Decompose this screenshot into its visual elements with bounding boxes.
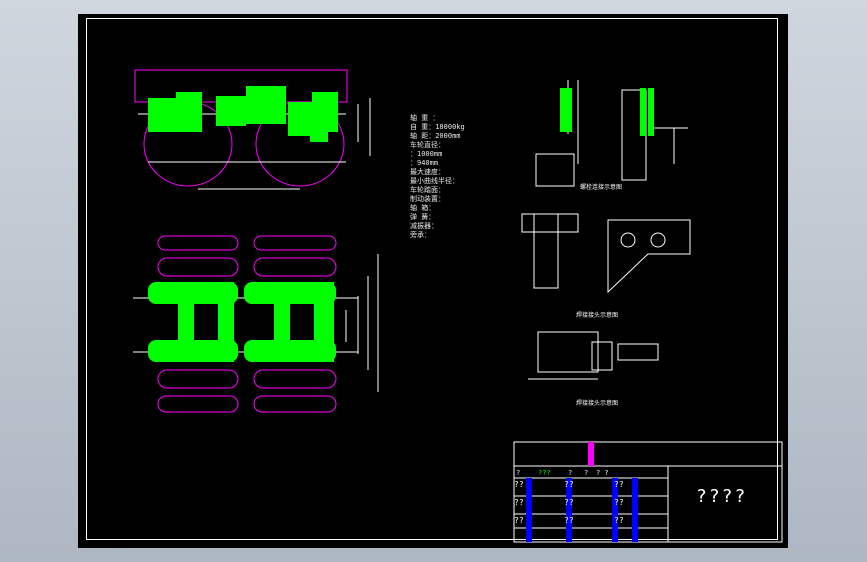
detail-bolt-green — [560, 88, 654, 136]
cell: ?? — [514, 498, 524, 507]
spec-line: 轴 距：2000mm — [410, 132, 461, 140]
header-cell: ? — [516, 469, 521, 477]
spec-line: 弹 簧： — [410, 213, 436, 221]
detail-weld-view-c — [528, 331, 659, 380]
spec-line: 旁承： — [410, 231, 431, 239]
detail-weld-view-b — [521, 213, 691, 294]
spec-line: ：1000mm — [410, 150, 443, 158]
side-view-dimensions — [357, 98, 371, 156]
cell: ?? — [614, 480, 624, 489]
title-block-name: ???? — [696, 486, 748, 507]
spec-line: 轴 箱： — [410, 204, 436, 212]
cell: ?? — [564, 516, 574, 525]
spec-notes: 轴 重 ： 自 重：18000kg 轴 距：2000mm 车轮直径： ：1000… — [410, 114, 465, 240]
plan-view-dimensions — [345, 254, 379, 392]
detail-bolt-view — [535, 80, 688, 187]
cad-drawing-canvas[interactable]: 轴 重 ： 自 重：18000kg 轴 距：2000mm 车轮直径： ：1000… — [78, 14, 788, 548]
cell: ?? — [564, 480, 574, 489]
spec-line: 轴 重 ： — [410, 114, 440, 122]
bogie-side-frame — [148, 86, 338, 142]
spec-line: 车轮踏面： — [410, 186, 445, 194]
spec-line: 最小曲线半径： — [410, 177, 459, 185]
drawing-linework — [133, 69, 783, 543]
caption-bolt-view: 螺栓连接示意图 — [580, 184, 623, 191]
caption-weld-view-c: 焊接接头示意图 — [576, 400, 619, 407]
spec-line: 减振器： — [410, 222, 438, 230]
header-cell: ??? — [538, 469, 551, 477]
header-cell: ? — [584, 469, 589, 477]
cell: ?? — [614, 498, 624, 507]
cell: ?? — [514, 516, 524, 525]
caption-weld-view-b: 焊接接头示意图 — [576, 312, 619, 319]
cell: ?? — [564, 498, 574, 507]
cell: ?? — [614, 516, 624, 525]
header-cell: ? ? — [596, 469, 609, 477]
header-cell: ? — [568, 469, 573, 477]
title-block-marker — [588, 442, 594, 466]
cell: ?? — [514, 480, 524, 489]
bogie-plan-view-frame — [148, 282, 336, 362]
spec-line: 最大速度： — [410, 168, 445, 176]
spec-line: 车轮直径： — [410, 141, 445, 149]
spec-line: 自 重：18000kg — [410, 123, 465, 131]
spec-line: 制动装置： — [410, 195, 445, 203]
spec-line: ：940mm — [410, 159, 439, 167]
